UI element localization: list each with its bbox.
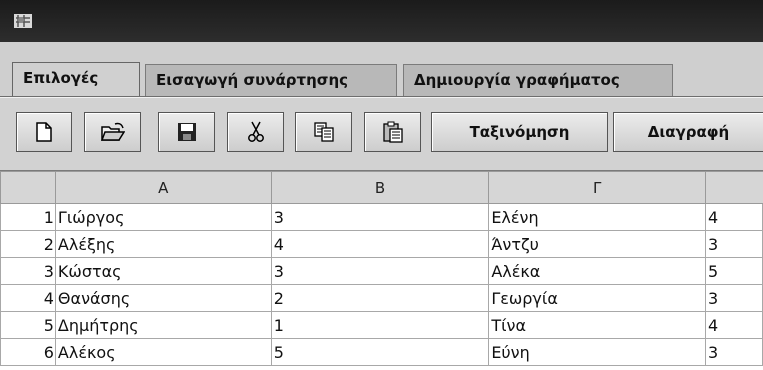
- cell-c[interactable]: Άντζυ: [488, 230, 707, 258]
- corner-header[interactable]: [0, 171, 56, 204]
- cell-b[interactable]: 5: [270, 338, 490, 366]
- copy-button[interactable]: [295, 112, 352, 152]
- cell-d[interactable]: 4: [705, 203, 763, 231]
- tab-create-chart[interactable]: Δημιουργία γραφήματος: [403, 64, 673, 96]
- cell-b[interactable]: 2: [270, 284, 490, 312]
- app-logo-icon: [14, 14, 32, 28]
- open-folder-icon: [100, 122, 125, 141]
- row-number: 5: [0, 311, 56, 339]
- cell-a[interactable]: Κώστας: [54, 257, 272, 285]
- new-file-icon: [36, 122, 52, 142]
- column-header-a[interactable]: Α: [54, 171, 272, 204]
- cell-d[interactable]: 4: [705, 311, 763, 339]
- tab-options[interactable]: Επιλογές: [12, 62, 140, 96]
- column-header-d[interactable]: [705, 171, 763, 204]
- new-button[interactable]: [16, 112, 72, 152]
- cell-d[interactable]: 3: [705, 230, 763, 258]
- table-row: 1 Γιώργος 3 Ελένη 4: [0, 203, 763, 231]
- data-table: Α Β Γ 1 Γιώργος 3 Ελένη 4 2 Αλέξης 4 Άντ…: [0, 171, 763, 366]
- cell-a[interactable]: Θανάσης: [54, 284, 272, 312]
- delete-button[interactable]: Διαγραφή: [613, 112, 763, 152]
- open-button[interactable]: [84, 112, 141, 152]
- column-header-b[interactable]: Β: [270, 171, 490, 204]
- spreadsheet-grid: Α Β Γ 1 Γιώργος 3 Ελένη 4 2 Αλέξης 4 Άντ…: [0, 170, 763, 370]
- cell-c[interactable]: Αλέκα: [488, 257, 707, 285]
- cut-scissors-icon: [247, 121, 264, 142]
- cell-c[interactable]: Τίνα: [488, 311, 707, 339]
- cell-d[interactable]: 5: [705, 257, 763, 285]
- cell-d[interactable]: 3: [705, 284, 763, 312]
- paste-button[interactable]: [364, 112, 421, 152]
- table-row: 2 Αλέξης 4 Άντζυ 3: [0, 230, 763, 258]
- cell-b[interactable]: 1: [270, 311, 490, 339]
- cell-b[interactable]: 3: [270, 257, 490, 285]
- toolbar: Ταξινόμηση Διαγραφή: [0, 97, 763, 171]
- title-bar: [0, 0, 763, 42]
- cell-c[interactable]: Γεωργία: [488, 284, 707, 312]
- table-row: 4 Θανάσης 2 Γεωργία 3: [0, 284, 763, 312]
- cell-a[interactable]: Αλέξης: [54, 230, 272, 258]
- sort-button[interactable]: Ταξινόμηση: [431, 112, 608, 152]
- row-number: 2: [0, 230, 56, 258]
- cell-a[interactable]: Δημήτρης: [54, 311, 272, 339]
- row-number: 1: [0, 203, 56, 231]
- column-header-c[interactable]: Γ: [488, 171, 707, 204]
- save-disk-icon: [177, 123, 196, 141]
- cut-button[interactable]: [227, 112, 284, 152]
- tab-strip: Επιλογές Εισαγωγή συνάρτησης Δημιουργία …: [0, 42, 763, 102]
- table-row: 3 Κώστας 3 Αλέκα 5: [0, 257, 763, 285]
- copy-icon: [313, 122, 334, 142]
- row-number: 4: [0, 284, 56, 312]
- table-row: 5 Δημήτρης 1 Τίνα 4: [0, 311, 763, 339]
- cell-a[interactable]: Γιώργος: [54, 203, 272, 231]
- cell-a[interactable]: Αλέκος: [54, 338, 272, 366]
- paste-clipboard-icon: [382, 121, 403, 143]
- table-row: 6 Αλέκος 5 Εύνη 3: [0, 338, 763, 366]
- row-number: 3: [0, 257, 56, 285]
- cell-c[interactable]: Ελένη: [488, 203, 707, 231]
- save-button[interactable]: [158, 112, 215, 152]
- row-number: 6: [0, 338, 56, 366]
- cell-c[interactable]: Εύνη: [488, 338, 707, 366]
- cell-b[interactable]: 4: [270, 230, 490, 258]
- header-row: Α Β Γ: [0, 171, 763, 204]
- cell-b[interactable]: 3: [270, 203, 490, 231]
- cell-d[interactable]: 3: [705, 338, 763, 366]
- tab-insert-function[interactable]: Εισαγωγή συνάρτησης: [145, 64, 397, 96]
